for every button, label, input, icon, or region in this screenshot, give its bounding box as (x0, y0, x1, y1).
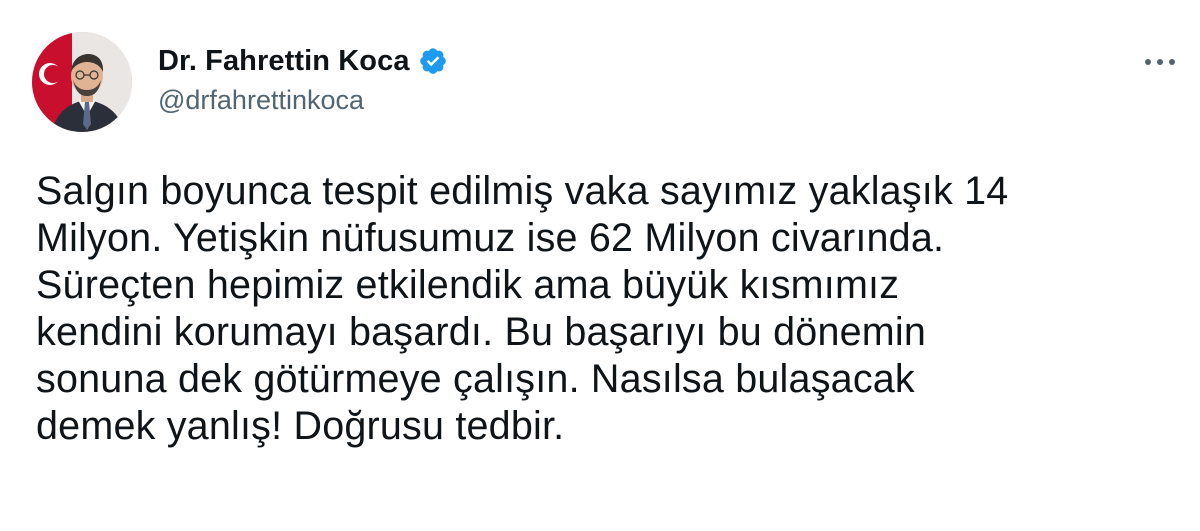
author-name-row: Dr. Fahrettin Koca (158, 43, 448, 79)
tweet-text-line: Süreçten hepimiz etkilendik ama büyük kı… (36, 263, 900, 307)
tweet-text-line: Milyon. Yetişkin nüfusumuz ise 62 Milyon… (36, 216, 945, 260)
tweet-card: Dr. Fahrettin Koca @drfahrettinkoca Salg… (0, 0, 1200, 531)
avatar[interactable] (32, 32, 132, 132)
tweet-text-line: kendini korumayı başardı. Bu başarıyı bu… (36, 310, 927, 354)
tweet-text-line: demek yanlış! Doğrusu tedbir. (36, 404, 565, 448)
more-options-button[interactable] (1136, 44, 1184, 80)
tweet-text-line: Salgın boyunca tespit edilmiş vaka sayım… (36, 169, 1009, 213)
author-handle[interactable]: @drfahrettinkoca (158, 85, 448, 116)
author-display-name[interactable]: Dr. Fahrettin Koca (158, 45, 410, 78)
more-options-icon-dot (1157, 59, 1163, 65)
verified-badge-icon (418, 46, 448, 76)
more-options-icon-dot (1169, 59, 1175, 65)
more-options-icon (1145, 59, 1151, 65)
tweet-text-line: sonuna dek götürmeye çalışın. Nasılsa bu… (36, 357, 915, 401)
author-block: Dr. Fahrettin Koca @drfahrettinkoca (158, 43, 448, 116)
avatar-image (32, 32, 132, 132)
tweet-text: Salgın boyunca tespit edilmiş vaka sayım… (36, 168, 1176, 450)
